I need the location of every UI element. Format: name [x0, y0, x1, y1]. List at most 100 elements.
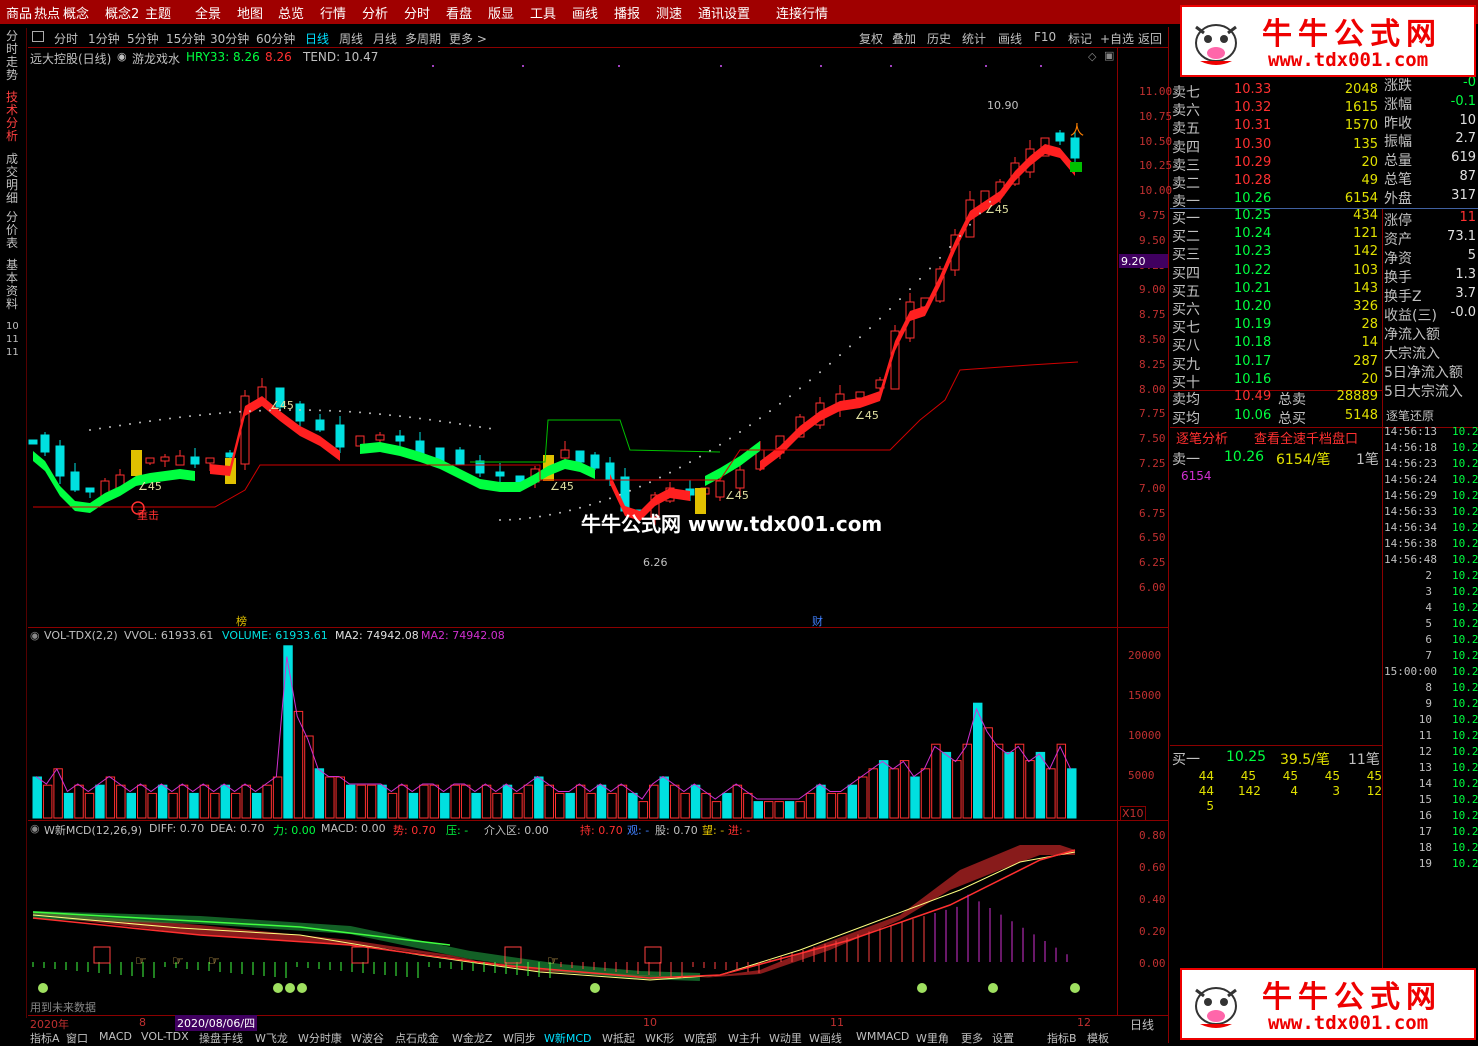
- price-tick: 6.00: [1139, 581, 1166, 594]
- hand-icon: ☞: [172, 954, 184, 969]
- indicator-tab[interactable]: VOL-TDX: [141, 1030, 189, 1043]
- macd-tick: 0.00: [1139, 957, 1166, 970]
- vvol-value: VVOL: 61933.61: [124, 629, 214, 642]
- buy-queue-cell: 44: [1198, 769, 1214, 783]
- indicator-tab[interactable]: 指标A: [30, 1030, 60, 1046]
- indicator-tab[interactable]: WMMACD: [856, 1030, 909, 1043]
- dot-line: [479, 425, 481, 428]
- indicator-tab[interactable]: W抵起: [602, 1030, 635, 1046]
- indicator-tab[interactable]: 指标B: [1047, 1030, 1077, 1046]
- dot-line: [319, 409, 321, 412]
- indicator-tab[interactable]: W里角: [916, 1030, 949, 1046]
- stat-value: 10: [1459, 112, 1476, 128]
- indicator-tab[interactable]: W主升: [728, 1030, 761, 1046]
- price-tick: 8.25: [1139, 357, 1166, 371]
- dot-line: [909, 288, 911, 291]
- angle-label: ∠45: [855, 409, 879, 422]
- indicator-tab[interactable]: W底部: [684, 1030, 717, 1046]
- dot-line: [539, 515, 541, 518]
- indicator-tab[interactable]: W同步: [503, 1030, 536, 1046]
- volume-bar: [304, 735, 314, 819]
- indicator-tab[interactable]: W画线: [809, 1030, 842, 1046]
- ask-label: 卖二: [1172, 176, 1200, 192]
- indicator-tab[interactable]: W新MCD: [544, 1030, 592, 1046]
- buy-queue-cell: 45: [1240, 769, 1256, 783]
- volume-bar: [910, 776, 920, 819]
- dot-line: [389, 414, 391, 417]
- tick-time: 14:56:24: [1384, 473, 1437, 486]
- volume-bar: [126, 792, 137, 819]
- indicator-tab[interactable]: 窗口: [66, 1030, 88, 1046]
- indicator-tab[interactable]: 操盘手线: [199, 1030, 243, 1046]
- indicator-tab[interactable]: 设置: [992, 1030, 1014, 1046]
- tick-price: 10.2: [1452, 521, 1478, 534]
- tick-time: 14:56:29: [1384, 489, 1437, 502]
- bid-vol: 142: [1353, 244, 1378, 260]
- tick-price: 10.2: [1452, 665, 1478, 678]
- volume-bar: [680, 792, 690, 819]
- indicator-tab[interactable]: W金龙Z: [452, 1030, 492, 1046]
- ad-banner-top[interactable]: 牛牛公式网 www.tdx001.com: [1180, 5, 1476, 77]
- volume-bar: [607, 792, 617, 819]
- stat-value: -0.1: [1450, 93, 1476, 109]
- apple-icon: [590, 983, 600, 993]
- tick-price: 10.2: [1452, 441, 1478, 454]
- indicator-tab[interactable]: W波谷: [351, 1030, 384, 1046]
- volume-bar: [617, 784, 628, 819]
- indicator-tab[interactable]: W动里: [769, 1030, 802, 1046]
- indicator-tab[interactable]: MACD: [99, 1030, 132, 1043]
- tick-time: 17: [1418, 825, 1432, 838]
- dot-line: [949, 246, 951, 249]
- price-tick: 6.50: [1139, 531, 1166, 545]
- stat-value: -0: [1463, 75, 1476, 90]
- watermark: 牛牛公式网 www.tdx001.com: [581, 512, 883, 536]
- bid-vol: 28: [1361, 317, 1378, 333]
- tab-tick-restore[interactable]: 逐笔还原: [1386, 407, 1434, 424]
- indicator-tab[interactable]: 点石成金: [395, 1030, 439, 1046]
- tick-time: 15: [1418, 793, 1432, 806]
- high-label: 10.90: [987, 99, 1019, 112]
- ad-banner-bottom[interactable]: 牛牛公式网 www.tdx001.com: [1180, 968, 1476, 1040]
- indicator-tab[interactable]: W分时康: [298, 1030, 342, 1046]
- ask-vol: 1615: [1344, 100, 1378, 116]
- tick-price: 10.2: [1452, 633, 1478, 646]
- volume-bar: [952, 760, 962, 819]
- summary-value-2: 5148: [1344, 407, 1378, 423]
- price-tick: 9.75: [1139, 209, 1166, 222]
- volume-bar: [931, 743, 941, 819]
- tab-tick-analysis[interactable]: 逐笔分析: [1176, 428, 1228, 447]
- vol-toggle-icon[interactable]: ◉: [30, 629, 40, 642]
- indicator-tab[interactable]: WK形: [645, 1030, 674, 1046]
- volume-bar: [32, 776, 42, 819]
- tab-full-depth[interactable]: 查看全速千档盘口: [1254, 428, 1358, 447]
- stat-value: -0.0: [1450, 305, 1476, 320]
- bid-label: 买六: [1172, 302, 1200, 318]
- tick-price: 10.2: [1452, 601, 1478, 614]
- volume-bar: [178, 784, 189, 819]
- ask-price: 10.31: [1234, 118, 1272, 134]
- stat-label: 外盘: [1384, 190, 1412, 207]
- vol-tick: 5000: [1128, 769, 1155, 782]
- ask-price: 10.26: [1234, 191, 1272, 207]
- volume-bar: [962, 743, 972, 819]
- top-dot: [890, 65, 892, 67]
- candle: [395, 435, 405, 442]
- angle-label: ∠45: [550, 480, 574, 493]
- volume-bar: [534, 776, 544, 819]
- macd-toggle-icon[interactable]: ◉: [30, 822, 40, 835]
- hand-icon: ☞: [208, 954, 220, 969]
- shi-value: 势: 0.70: [393, 824, 436, 837]
- stat-label: 换手Z: [1384, 289, 1422, 305]
- gu-value: 股: 0.70: [655, 824, 698, 837]
- indicator-tab[interactable]: 更多: [961, 1030, 983, 1046]
- volume-bar: [638, 801, 649, 819]
- candle: [455, 449, 465, 465]
- bid-label: 买九: [1172, 356, 1200, 373]
- indicator-tab[interactable]: W飞龙: [255, 1030, 288, 1046]
- ask-label: 卖三: [1172, 157, 1200, 174]
- dot-line: [799, 387, 801, 390]
- ask-price: 10.33: [1234, 82, 1272, 97]
- volume-bar: [628, 792, 638, 819]
- indicator-tab[interactable]: 模板: [1087, 1030, 1109, 1046]
- tick-price: 10.2: [1452, 425, 1478, 438]
